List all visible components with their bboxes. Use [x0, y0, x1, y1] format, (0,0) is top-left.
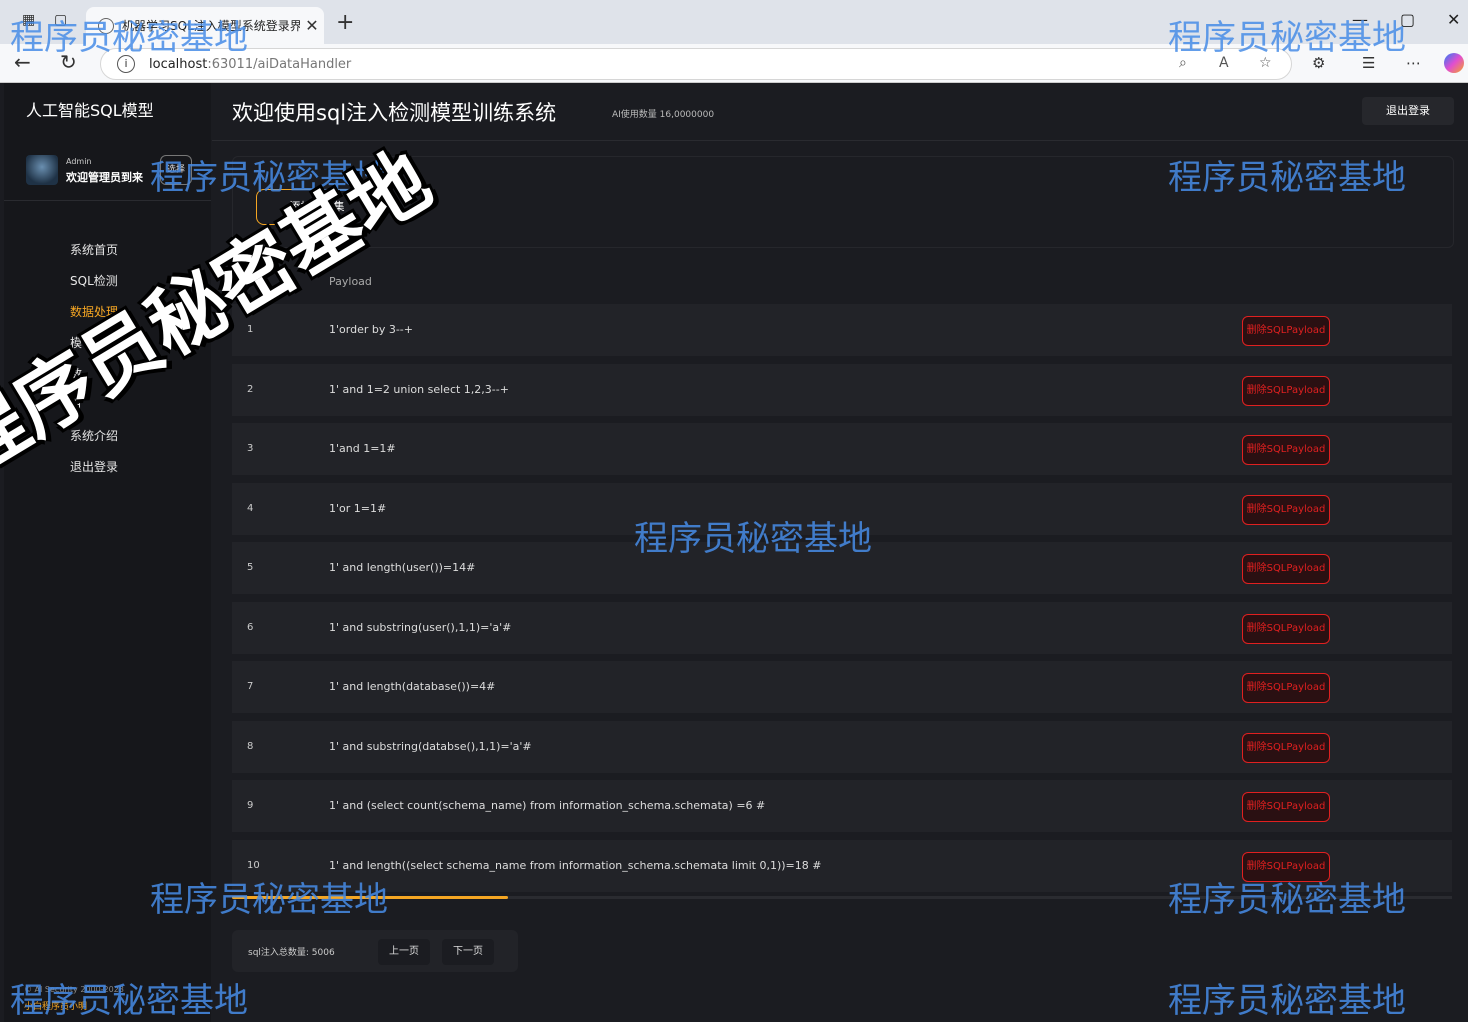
watermark: 程序员秘密基地 [10, 18, 248, 58]
row-id: 6 [247, 621, 254, 633]
brand-title: 人工智能SQL模型 [26, 101, 154, 120]
next-page-button[interactable]: 下一页 [442, 939, 494, 965]
table-header: ID Payload [232, 269, 1452, 293]
row-id: 3 [247, 443, 254, 454]
table-row: 1 1'order by 3--+ 删除SQLPayload [232, 304, 1452, 356]
watermark: 程序员秘密基地 [10, 981, 248, 1021]
row-id: 2 [247, 383, 254, 395]
delete-payload-button[interactable]: 删除SQLPayload [1242, 792, 1330, 822]
close-tab-icon[interactable]: ✕ [300, 16, 324, 35]
pagination: sql注入总数量: 5006 上一页 下一页 [232, 930, 518, 972]
row-payload: 1'or 1=1# [329, 501, 387, 515]
delete-payload-button[interactable]: 删除SQLPayload [1242, 435, 1330, 465]
watermark: 程序员秘密基地 [1168, 880, 1406, 920]
url-input[interactable]: i localhost:63011/aiDataHandler ⌕ A ☆ [100, 48, 1292, 80]
avatar [26, 155, 58, 185]
watermark: 程序员秘密基地 [150, 880, 388, 920]
table-row: 8 1' and substring(databse(),1,1)='a'# 删除S… [232, 720, 1452, 773]
delete-payload-button[interactable]: 删除SQLPayload [1242, 316, 1330, 346]
ai-usage-count: AI使用数量 16,0000000 [612, 110, 715, 120]
table-row: 3 1'and 1=1# 删除SQLPayload [232, 423, 1452, 475]
row-id: 8 [247, 740, 254, 752]
row-payload: 1' and length(database())=4# [329, 680, 496, 693]
delete-payload-button[interactable]: 删除SQLPayload [1242, 673, 1330, 703]
row-id: 9 [247, 800, 254, 811]
watermark: 程序员秘密基地 [1168, 981, 1406, 1021]
table-row: 9 1' and (select count(schema_name) from … [232, 780, 1452, 832]
row-payload: 1' and 1=2 union select 1,2,3--+ [329, 382, 509, 396]
row-payload: 1'and 1=1# [329, 442, 396, 455]
delete-payload-button[interactable]: 删除SQLPayload [1242, 494, 1330, 525]
sidebar-item-home[interactable]: 系统首页 [70, 241, 118, 272]
page-title: 欢迎使用sql注入检测模型训练系统 [232, 101, 557, 125]
more-icon[interactable]: ⋯ [1406, 54, 1421, 72]
new-tab-icon[interactable]: + [336, 10, 354, 35]
close-window-icon[interactable]: ✕ [1447, 10, 1460, 29]
prev-page-button[interactable]: 上一页 [378, 939, 430, 965]
delete-payload-button[interactable]: 删除SQLPayload [1242, 732, 1330, 763]
row-id: 5 [247, 562, 254, 573]
row-payload: 1' and length(user())=14# [329, 561, 476, 574]
logout-button[interactable]: 退出登录 [1362, 97, 1454, 125]
delete-payload-button[interactable]: 删除SQLPayload [1242, 375, 1330, 406]
row-payload: 1' and substring(databse(),1,1)='a'# [329, 739, 532, 753]
row-payload: 1' and length((select schema_name from i… [329, 858, 822, 872]
delete-payload-button[interactable]: 删除SQLPayload [1242, 554, 1330, 584]
sidebar-item-logout[interactable]: 退出登录 [70, 458, 118, 489]
row-payload: 1' and (select count(schema_name) from i… [329, 799, 766, 812]
watermark: 程序员秘密基地 [1168, 18, 1406, 58]
copilot-icon[interactable] [1444, 53, 1464, 73]
sidebar-divider [4, 200, 211, 201]
row-id: 7 [247, 681, 254, 692]
row-payload: 1'order by 3--+ [329, 323, 413, 336]
table-row: 6 1' and substring(user(),1,1)='a'# 删除SQLP… [232, 601, 1452, 654]
admin-welcome: 欢迎管理员到来 [66, 171, 143, 184]
total-count: sql注入总数量: 5006 [248, 948, 335, 958]
watermark: 程序员秘密基地 [1168, 158, 1406, 198]
delete-payload-button[interactable]: 删除SQLPayload [1242, 613, 1330, 644]
row-id: 4 [247, 502, 254, 514]
row-payload: 1' and substring(user(),1,1)='a'# [329, 620, 512, 634]
admin-role: Admin [66, 157, 92, 166]
table-row: 2 1' and 1=2 union select 1,2,3--+ 删除SQLPa… [232, 363, 1452, 416]
table-row: 7 1' and length(database())=4# 删除SQLPayloa… [232, 661, 1452, 713]
watermark: 程序员秘密基地 [634, 519, 872, 559]
row-id: 10 [247, 859, 260, 871]
